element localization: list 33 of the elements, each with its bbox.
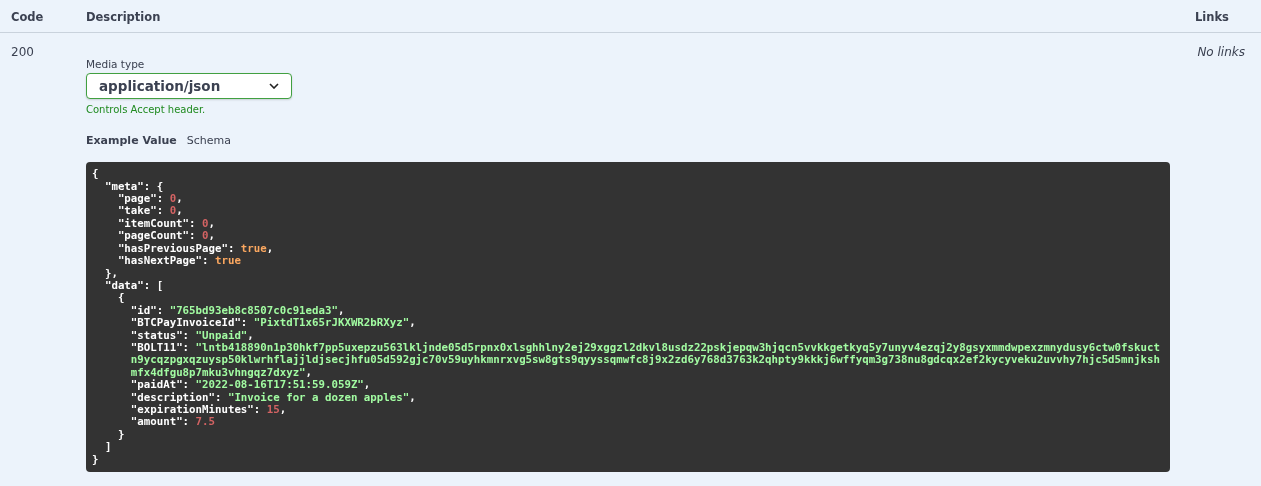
code-line: }	[92, 453, 100, 466]
code-line: "hasNextPage": true	[116, 255, 242, 268]
status-code: 200	[11, 45, 34, 59]
hint-text: Controls Accept header.	[86, 102, 207, 117]
code-line: "pageCount": 0,	[116, 230, 216, 243]
tab[interactable]: Example Value	[86, 132, 177, 150]
code-line: }	[116, 428, 126, 442]
code-line: "BOLT11": "lntb418890n1p30hkf7pp5uxepzu563lkljnde05d5rpnx0xlsghhlny2ej29xggzl2dkvl8usdz22pskjepqw3hjqcn5vvkkgetkyq5y7unyv4ezqj2y8gsyxmmdwpexzmnydusy6ctw0fskuctn9ycqzpgxqzuysp50klwrhflajjldjsecjhfu05d592gjc70v59uyhkmnrxvg5sw8gts9qyyssqmwfc8j9x2zd6y768d3763k2qhpty9kkkj6wffyqm3g738nu8gdcqx2ef2kycyveku2uvvhy7hjc5d5mnjkshmfx4dfgu8p7mku3vhngqz7dxyz",	[129, 341, 1161, 379]
code-line: "meta": {	[103, 180, 165, 194]
code-line: "id": "765bd93eb8c8507c0c91eda3",	[129, 304, 346, 317]
code-line: "BTCPayInvoiceId": "PixtdT1x65rJKXWR2bRXyz",	[129, 317, 417, 330]
code-line: "hasPreviousPage": true,	[116, 242, 275, 256]
code-line: "expirationMinutes": 15,	[129, 403, 288, 417]
code-line: {	[116, 292, 126, 305]
code-line: "amount": 7.5	[129, 416, 216, 429]
code-line: "status": "Unpaid",	[129, 329, 255, 342]
code-line: },	[103, 267, 119, 280]
column-header: Links	[1195, 10, 1229, 24]
code-line: "paidAt": "2022-08-16T17:51:59.059Z",	[129, 379, 372, 392]
links-text: No links	[1196, 44, 1246, 61]
column-header: Code	[11, 10, 44, 24]
chevron-down-icon	[269, 82, 279, 89]
code-line: "take": 0,	[116, 205, 184, 218]
media-type-select[interactable]: application/json	[86, 72, 292, 99]
code-line: "page": 0,	[116, 193, 184, 206]
column-header: Description	[86, 10, 161, 24]
code-line: "data": [	[103, 279, 165, 293]
field-label: Media type	[86, 57, 146, 72]
code-line: "description": "Invoice for a dozen apples",	[129, 391, 417, 404]
code-line: {	[92, 168, 100, 181]
tab[interactable]: Schema	[186, 132, 232, 150]
code-line: ]	[103, 441, 113, 454]
code-line: "itemCount": 0,	[116, 217, 216, 231]
